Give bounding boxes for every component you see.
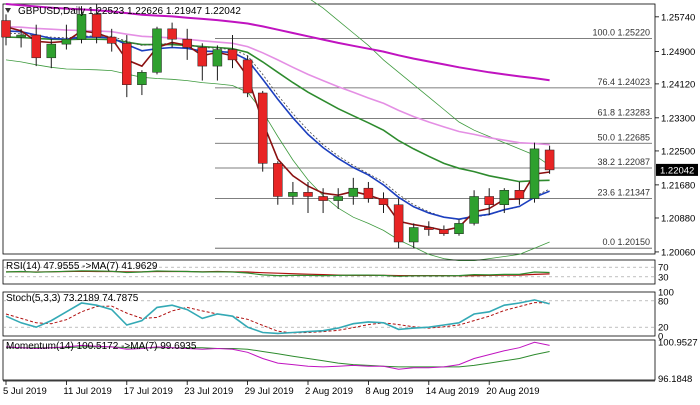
candle-down <box>197 47 208 67</box>
fib-label: 76.4 1.24023 <box>597 77 650 87</box>
candle-down <box>106 36 117 44</box>
x-tick-label: 5 Jul 2019 <box>3 386 47 397</box>
candle-down <box>318 196 328 201</box>
last-price-label: 1.22042 <box>660 165 694 176</box>
chart-root: 100.0 1.25220 76.4 1.24023 61.8 1.23283 50.… <box>0 0 700 400</box>
candle-up <box>333 196 343 201</box>
price-chart-title: GBPUSD,Daily 1.22523 1.22626 1.21947 1.2… <box>18 6 241 17</box>
candle-down <box>514 190 525 199</box>
stoch-tick-label: 80 <box>658 296 669 307</box>
x-tick-label: 2 Aug 2019 <box>305 386 353 397</box>
x-tick-label: 29 Jul 2019 <box>245 386 294 397</box>
momentum-tick-label: 100.9527 <box>658 337 698 348</box>
stoch-title: Stoch(5,3,3) 73.2189 74.7875 <box>6 293 139 304</box>
x-tick-label: 20 Aug 2019 <box>486 386 539 397</box>
x-tick-label: 17 Jul 2019 <box>124 386 173 397</box>
candle-down <box>182 38 192 48</box>
x-tick-label: 23 Jul 2019 <box>184 386 233 397</box>
candle-down <box>31 34 41 59</box>
candle-down <box>303 192 313 197</box>
rsi-title: RSI(14) 47.9555 ->MA(7) 41.9629 <box>6 261 158 272</box>
chart-canvas: 100.0 1.25220 76.4 1.24023 61.8 1.23283 50.… <box>0 0 700 400</box>
y-tick-label: 1.20060 <box>661 247 695 258</box>
y-tick-label: 1.24900 <box>661 47 695 58</box>
candle-down <box>393 204 404 243</box>
candle-down <box>257 92 268 164</box>
candle-up <box>212 49 223 67</box>
candle-up <box>499 190 510 205</box>
candle-up <box>288 192 298 197</box>
x-tick-label: 8 Aug 2019 <box>365 386 413 397</box>
candle-up <box>16 34 26 38</box>
candle-down <box>378 198 389 205</box>
candle-up <box>76 14 87 40</box>
candle-down <box>122 43 132 85</box>
candle-down <box>273 163 283 197</box>
candle-up <box>348 187 359 197</box>
candle-up <box>46 43 57 59</box>
candle-down <box>484 196 494 205</box>
candle-up <box>454 223 464 234</box>
y-tick-label: 1.20880 <box>661 213 695 224</box>
fib-label: 23.6 1.21347 <box>597 188 650 198</box>
candle-down <box>1 20 11 38</box>
candle-up <box>137 72 147 85</box>
candle-down <box>242 59 253 94</box>
candle-down <box>91 14 102 38</box>
y-tick-label: 1.25740 <box>661 12 695 23</box>
x-tick-label: 14 Aug 2019 <box>426 386 479 397</box>
x-tick-label: 11 Jul 2019 <box>63 386 111 397</box>
fib-label: 100.0 1.25220 <box>592 27 650 37</box>
fib-label: 61.8 1.23283 <box>597 108 650 118</box>
candle-down <box>227 49 238 61</box>
fib-label: 50.0 1.22685 <box>597 132 650 142</box>
candle-up <box>152 28 162 73</box>
candle-down <box>544 149 555 171</box>
y-tick-label: 1.23300 <box>661 113 695 124</box>
y-tick-label: 1.22500 <box>661 146 695 157</box>
rsi-tick-label: 30 <box>658 272 669 283</box>
candle-down <box>167 28 177 40</box>
candle-up <box>469 196 479 224</box>
y-tick-label: 1.21680 <box>661 180 695 191</box>
candle-down <box>439 229 449 234</box>
y-tick-label: 1.24120 <box>661 79 695 90</box>
candle-up <box>529 148 540 199</box>
fib-label: 0.0 1.20150 <box>602 237 650 247</box>
momentum-tick-label: 96.1848 <box>658 374 692 385</box>
fib-label: 38.2 1.22087 <box>597 157 650 167</box>
candle-up <box>408 227 419 243</box>
candle-down <box>424 227 434 230</box>
momentum-title: Momentum(14) 100.5172 ->MA(7) 99.6935 <box>6 341 197 352</box>
candle-down <box>363 187 374 199</box>
candle-up <box>61 38 72 45</box>
